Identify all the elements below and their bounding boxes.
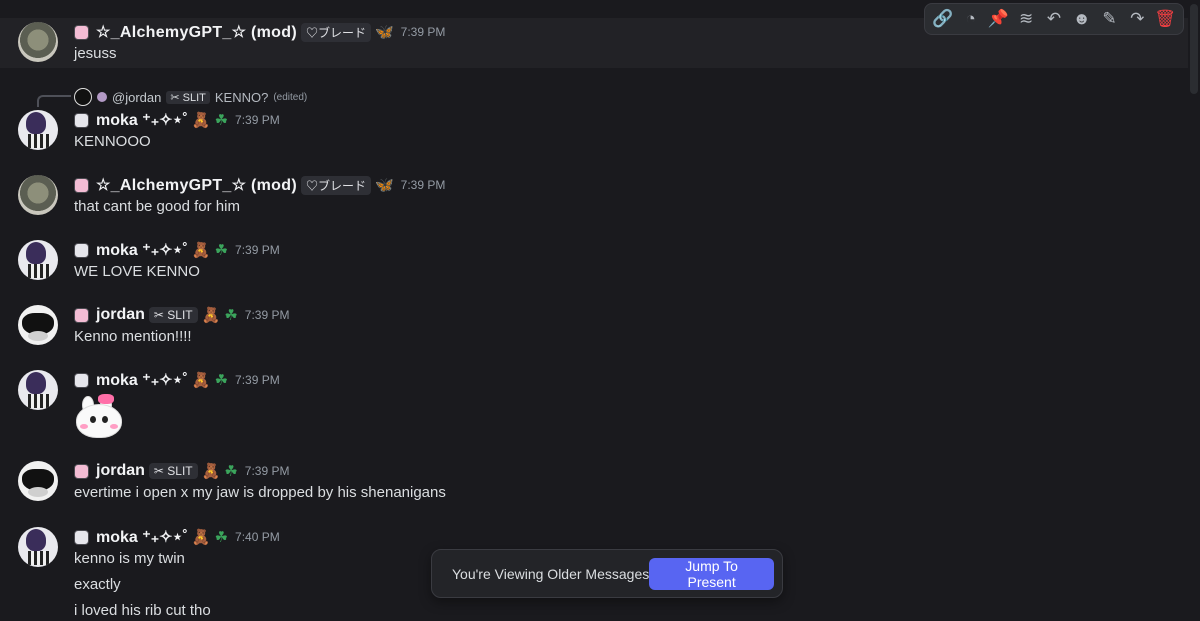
username[interactable]: moka ⁺₊✧⋆˚ [96,240,188,260]
clover-icon: ☘ [224,463,238,480]
message-text: Kenno mention!!!! [74,328,192,345]
message[interactable]: jordan ✂ SLIT 🧸 ☘ 7:39 PM Kenno mention!… [0,303,1188,349]
bear-icon: 🧸 [201,307,221,324]
username[interactable]: ☆_AlchemyGPT_☆ (mod) [96,175,297,195]
bunny-sticker-icon[interactable] [74,394,122,438]
avatar[interactable] [18,527,58,567]
role-dot-icon [74,307,89,323]
timestamp: 7:39 PM [244,308,290,322]
butterfly-icon: 🦋 [374,177,394,194]
butterfly-icon: 🦋 [374,24,394,41]
reply-avatar [74,88,92,106]
edit-icon[interactable]: ✎ [1097,7,1121,31]
forward-icon[interactable]: ↷ [1125,7,1149,31]
message[interactable]: ☆_AlchemyGPT_☆ (mod) ♡ブレード 🦋 7:39 PM tha… [0,173,1188,219]
avatar[interactable] [18,175,58,215]
bear-icon: 🧸 [201,463,221,480]
role-dot-icon [74,112,89,128]
avatar[interactable] [18,461,58,501]
clover-icon: ☘ [214,112,229,129]
clover-icon: ☘ [214,372,229,389]
avatar[interactable] [18,305,58,345]
role-dot-icon [74,529,89,545]
username[interactable]: moka ⁺₊✧⋆˚ [96,527,188,547]
message[interactable]: jordan ✂ SLIT 🧸 ☘ 7:39 PM evertime i ope… [0,459,1188,505]
message-text: that cant be good for him [74,198,240,215]
username[interactable]: moka ⁺₊✧⋆˚ [96,370,188,390]
pin-icon[interactable]: 📌 [986,7,1010,31]
older-messages-label: You're Viewing Older Messages [452,565,650,582]
emoji-icon[interactable]: ☻ [1070,7,1094,31]
bear-icon: 🧸 [191,372,211,389]
reply-connector [37,95,71,107]
message-actions-toolbar: 🔗 ◔ 📌 ≋ ↶ ☻ ✎ ↷ 🗑 [924,3,1184,35]
reply-text: KENNO? [214,89,269,105]
edited-label: (edited) [273,91,308,103]
older-messages-bar: You're Viewing Older Messages Jump To Pr… [431,549,783,598]
role-dot-icon [74,242,89,258]
bear-icon: 🧸 [191,242,211,259]
username[interactable]: moka ⁺₊✧⋆˚ [96,110,188,130]
message-text: exactly [74,576,121,593]
timestamp: 7:39 PM [235,373,280,387]
timestamp: 7:39 PM [244,464,290,478]
clover-icon: ☘ [214,529,229,546]
message-text: WE LOVE KENNO [74,263,200,280]
avatar[interactable] [18,370,58,410]
guild-tag[interactable]: ♡ブレード [300,175,371,195]
message[interactable]: moka ⁺₊✧⋆˚ 🧸 ☘ 7:39 PM KENNOOO [0,108,1188,154]
guild-tag[interactable]: ✂ SLIT [148,463,198,479]
message-text: kenno is my twin [74,550,185,567]
guild-tag: ✂ SLIT [166,90,210,104]
guild-tag[interactable]: ♡ブレード [300,22,371,42]
timestamp: 7:39 PM [235,243,280,257]
avatar[interactable] [18,110,58,150]
message-text: jesuss [74,45,117,62]
reply-icon[interactable]: ↶ [1042,7,1066,31]
role-dot-icon [74,24,89,40]
bear-icon: 🧸 [191,529,211,546]
clover-icon: ☘ [224,307,238,324]
reply-preview[interactable]: @jordan ✂ SLIT KENNO? (edited) [74,88,307,106]
clover-icon: ☘ [214,242,229,259]
delete-icon[interactable]: 🗑 [1153,7,1177,31]
reply-username[interactable]: @jordan [112,90,161,105]
message-text: evertime i open x my jaw is dropped by h… [74,484,446,501]
role-dot-icon [97,92,107,102]
scrollbar-thumb[interactable] [1190,4,1198,94]
link-icon[interactable]: 🔗 [931,7,955,31]
message[interactable]: moka ⁺₊✧⋆˚ 🧸 ☘ 7:39 PM [0,368,1188,440]
timestamp: 7:39 PM [235,113,280,127]
timestamp: 7:39 PM [400,25,446,39]
role-dot-icon [74,177,89,193]
bear-icon: 🧸 [191,112,211,129]
guild-tag[interactable]: ✂ SLIT [148,307,198,323]
role-dot-icon [74,372,89,388]
jump-to-present-button[interactable]: Jump To Present [649,557,774,590]
message-text: KENNOOO [74,133,151,150]
timestamp: 7:40 PM [235,530,280,544]
scrollbar[interactable] [1190,4,1198,619]
apps-icon[interactable]: ≋ [1014,7,1038,31]
message[interactable]: moka ⁺₊✧⋆˚ 🧸 ☘ 7:39 PM WE LOVE KENNO [0,238,1188,284]
thread-icon[interactable]: ◔ [959,7,983,31]
message-text: i loved his rib cut tho [74,602,211,619]
username[interactable]: jordan [96,306,145,324]
avatar[interactable] [18,240,58,280]
username[interactable]: ☆_AlchemyGPT_☆ (mod) [96,22,297,42]
username[interactable]: jordan [96,462,145,480]
timestamp: 7:39 PM [400,178,446,192]
role-dot-icon [74,463,89,479]
avatar[interactable] [18,22,58,62]
